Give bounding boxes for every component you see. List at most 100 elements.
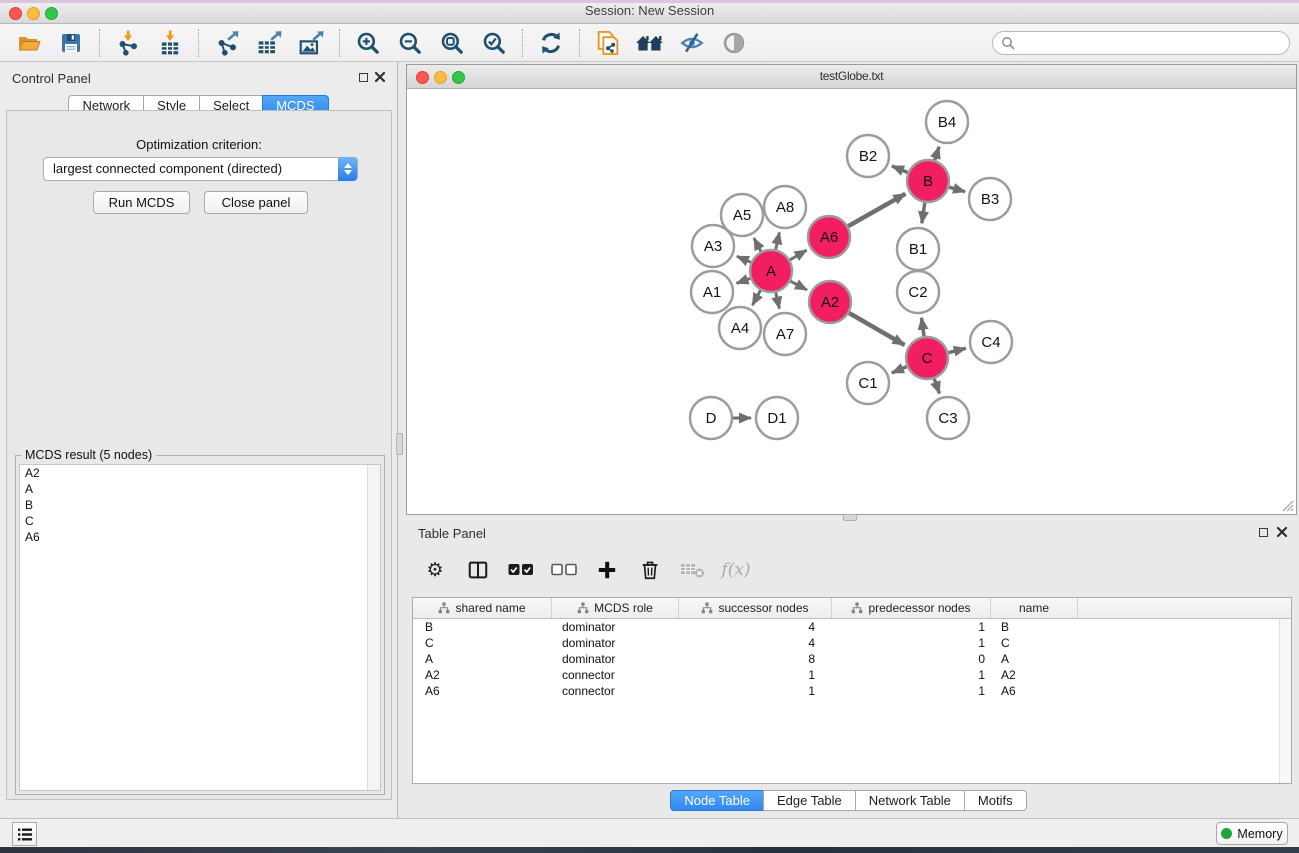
tab-node-table[interactable]: Node Table bbox=[670, 790, 764, 811]
search-input[interactable] bbox=[1015, 34, 1289, 52]
tab-motifs[interactable]: Motifs bbox=[964, 790, 1027, 811]
table-row[interactable]: Cdominator41C bbox=[413, 635, 1291, 651]
select-all-columns-button[interactable] bbox=[508, 557, 534, 583]
edge-A-A7[interactable] bbox=[776, 292, 780, 308]
table-cell[interactable]: 1 bbox=[832, 619, 991, 635]
table-cell[interactable]: 4 bbox=[679, 635, 832, 651]
table-cell[interactable]: A6 bbox=[991, 683, 1078, 699]
table-cell[interactable]: A2 bbox=[413, 667, 552, 683]
edge-A-A2[interactable] bbox=[790, 281, 807, 290]
function-builder-button[interactable]: f(x) bbox=[723, 557, 749, 583]
edge-B-B2[interactable] bbox=[892, 166, 908, 173]
column-header-shared-name[interactable]: shared name bbox=[413, 598, 552, 618]
table-cell[interactable]: 1 bbox=[679, 667, 832, 683]
dropdown-stepper-icon[interactable] bbox=[338, 157, 357, 181]
edge-B-B1[interactable] bbox=[922, 203, 925, 224]
table-cell[interactable]: 4 bbox=[679, 619, 832, 635]
toggle-vizmapper-button[interactable] bbox=[675, 27, 709, 59]
export-image-button[interactable] bbox=[294, 27, 328, 59]
run-mcds-button[interactable]: Run MCDS bbox=[93, 191, 190, 214]
table-row[interactable]: Bdominator41B bbox=[413, 619, 1291, 635]
vertical-splitter-handle[interactable] bbox=[396, 433, 403, 455]
network-canvas[interactable]: AA1A2A3A4A5A6A7A8BB1B2B3B4CC1C2C3C4DD1 bbox=[407, 89, 1296, 513]
zoom-selected-button[interactable] bbox=[477, 27, 511, 59]
mcds-result-item[interactable]: A6 bbox=[20, 529, 380, 545]
search-field[interactable] bbox=[992, 31, 1290, 55]
edge-A2-C[interactable] bbox=[849, 313, 904, 345]
resize-grip-icon[interactable] bbox=[1280, 498, 1294, 512]
table-cell[interactable]: 0 bbox=[832, 651, 991, 667]
table-row[interactable]: A6connector11A6 bbox=[413, 683, 1291, 699]
close-panel-icon[interactable] bbox=[374, 71, 386, 83]
edge-B-B3[interactable] bbox=[949, 187, 965, 192]
column-header-predecessor-nodes[interactable]: predecessor nodes bbox=[832, 598, 991, 618]
export-network-button[interactable] bbox=[210, 27, 244, 59]
table-scrollbar[interactable] bbox=[1279, 619, 1291, 783]
table-cell[interactable]: 8 bbox=[679, 651, 832, 667]
table-cell[interactable]: A bbox=[413, 651, 552, 667]
table-cell[interactable]: A2 bbox=[991, 667, 1078, 683]
open-session-button[interactable] bbox=[12, 27, 46, 59]
unselect-all-columns-button[interactable] bbox=[551, 557, 577, 583]
first-neighbors-button[interactable] bbox=[633, 27, 667, 59]
import-network-button[interactable] bbox=[111, 27, 145, 59]
zoom-out-button[interactable] bbox=[393, 27, 427, 59]
save-session-button[interactable] bbox=[54, 27, 88, 59]
table-cell[interactable]: 1 bbox=[832, 667, 991, 683]
table-cell[interactable]: dominator bbox=[552, 619, 679, 635]
import-table-button[interactable] bbox=[153, 27, 187, 59]
zoom-fit-button[interactable] bbox=[435, 27, 469, 59]
table-cell[interactable]: 1 bbox=[832, 683, 991, 699]
zoom-in-button[interactable] bbox=[351, 27, 385, 59]
table-cell[interactable]: dominator bbox=[552, 651, 679, 667]
show-columns-button[interactable] bbox=[465, 557, 491, 583]
table-row[interactable]: Adominator80A bbox=[413, 651, 1291, 667]
edge-C-C1[interactable] bbox=[892, 367, 907, 373]
edge-B-B4[interactable] bbox=[935, 147, 939, 160]
refresh-view-button[interactable] bbox=[534, 27, 568, 59]
table-cell[interactable]: connector bbox=[552, 683, 679, 699]
table-cell[interactable]: B bbox=[991, 619, 1078, 635]
table-row[interactable]: A2connector11A2 bbox=[413, 667, 1291, 683]
column-header-name[interactable]: name bbox=[991, 598, 1078, 618]
create-column-button[interactable] bbox=[594, 557, 620, 583]
float-panel-icon[interactable] bbox=[359, 73, 368, 82]
edge-A6-B[interactable] bbox=[848, 194, 905, 226]
optimization-dropdown[interactable]: largest connected component (directed) bbox=[43, 157, 358, 181]
mcds-result-item[interactable]: C bbox=[20, 513, 380, 529]
tab-network-table[interactable]: Network Table bbox=[855, 790, 965, 811]
edge-A-A5[interactable] bbox=[754, 238, 761, 251]
column-header-successor-nodes[interactable]: successor nodes bbox=[679, 598, 832, 618]
column-header-MCDS-role[interactable]: MCDS role bbox=[552, 598, 679, 618]
edge-C-C4[interactable] bbox=[948, 348, 965, 352]
table-cell[interactable]: dominator bbox=[552, 635, 679, 651]
table-cell[interactable]: C bbox=[413, 635, 552, 651]
table-cell[interactable]: C bbox=[991, 635, 1078, 651]
delete-table-button[interactable] bbox=[680, 557, 706, 583]
table-cell[interactable]: 1 bbox=[679, 683, 832, 699]
mcds-result-item[interactable]: A2 bbox=[20, 465, 380, 481]
close-panel-button[interactable]: Close panel bbox=[204, 191, 308, 214]
table-cell[interactable]: connector bbox=[552, 667, 679, 683]
mcds-result-list[interactable]: A2ABCA6 bbox=[19, 464, 381, 791]
tab-edge-table[interactable]: Edge Table bbox=[763, 790, 856, 811]
show-hide-details-button[interactable] bbox=[717, 27, 751, 59]
edge-C-C3[interactable] bbox=[934, 379, 939, 394]
edge-A-A3[interactable] bbox=[737, 256, 751, 262]
float-table-panel-icon[interactable] bbox=[1259, 528, 1268, 537]
task-history-button[interactable] bbox=[12, 822, 37, 846]
edge-A-A6[interactable] bbox=[790, 250, 807, 260]
table-cell[interactable]: A6 bbox=[413, 683, 552, 699]
delete-columns-button[interactable] bbox=[637, 557, 663, 583]
edge-C-C2[interactable] bbox=[922, 318, 925, 336]
edge-A-A4[interactable] bbox=[752, 290, 760, 305]
table-settings-button[interactable]: ⚙ bbox=[422, 557, 448, 583]
table-cell[interactable]: B bbox=[413, 619, 552, 635]
close-table-panel-icon[interactable] bbox=[1276, 526, 1288, 538]
mcds-result-item[interactable]: B bbox=[20, 497, 380, 513]
export-table-button[interactable] bbox=[252, 27, 286, 59]
table-cell[interactable]: 1 bbox=[832, 635, 991, 651]
table-cell[interactable]: A bbox=[991, 651, 1078, 667]
edge-A-A8[interactable] bbox=[776, 232, 780, 249]
edge-A-A1[interactable] bbox=[736, 278, 750, 283]
